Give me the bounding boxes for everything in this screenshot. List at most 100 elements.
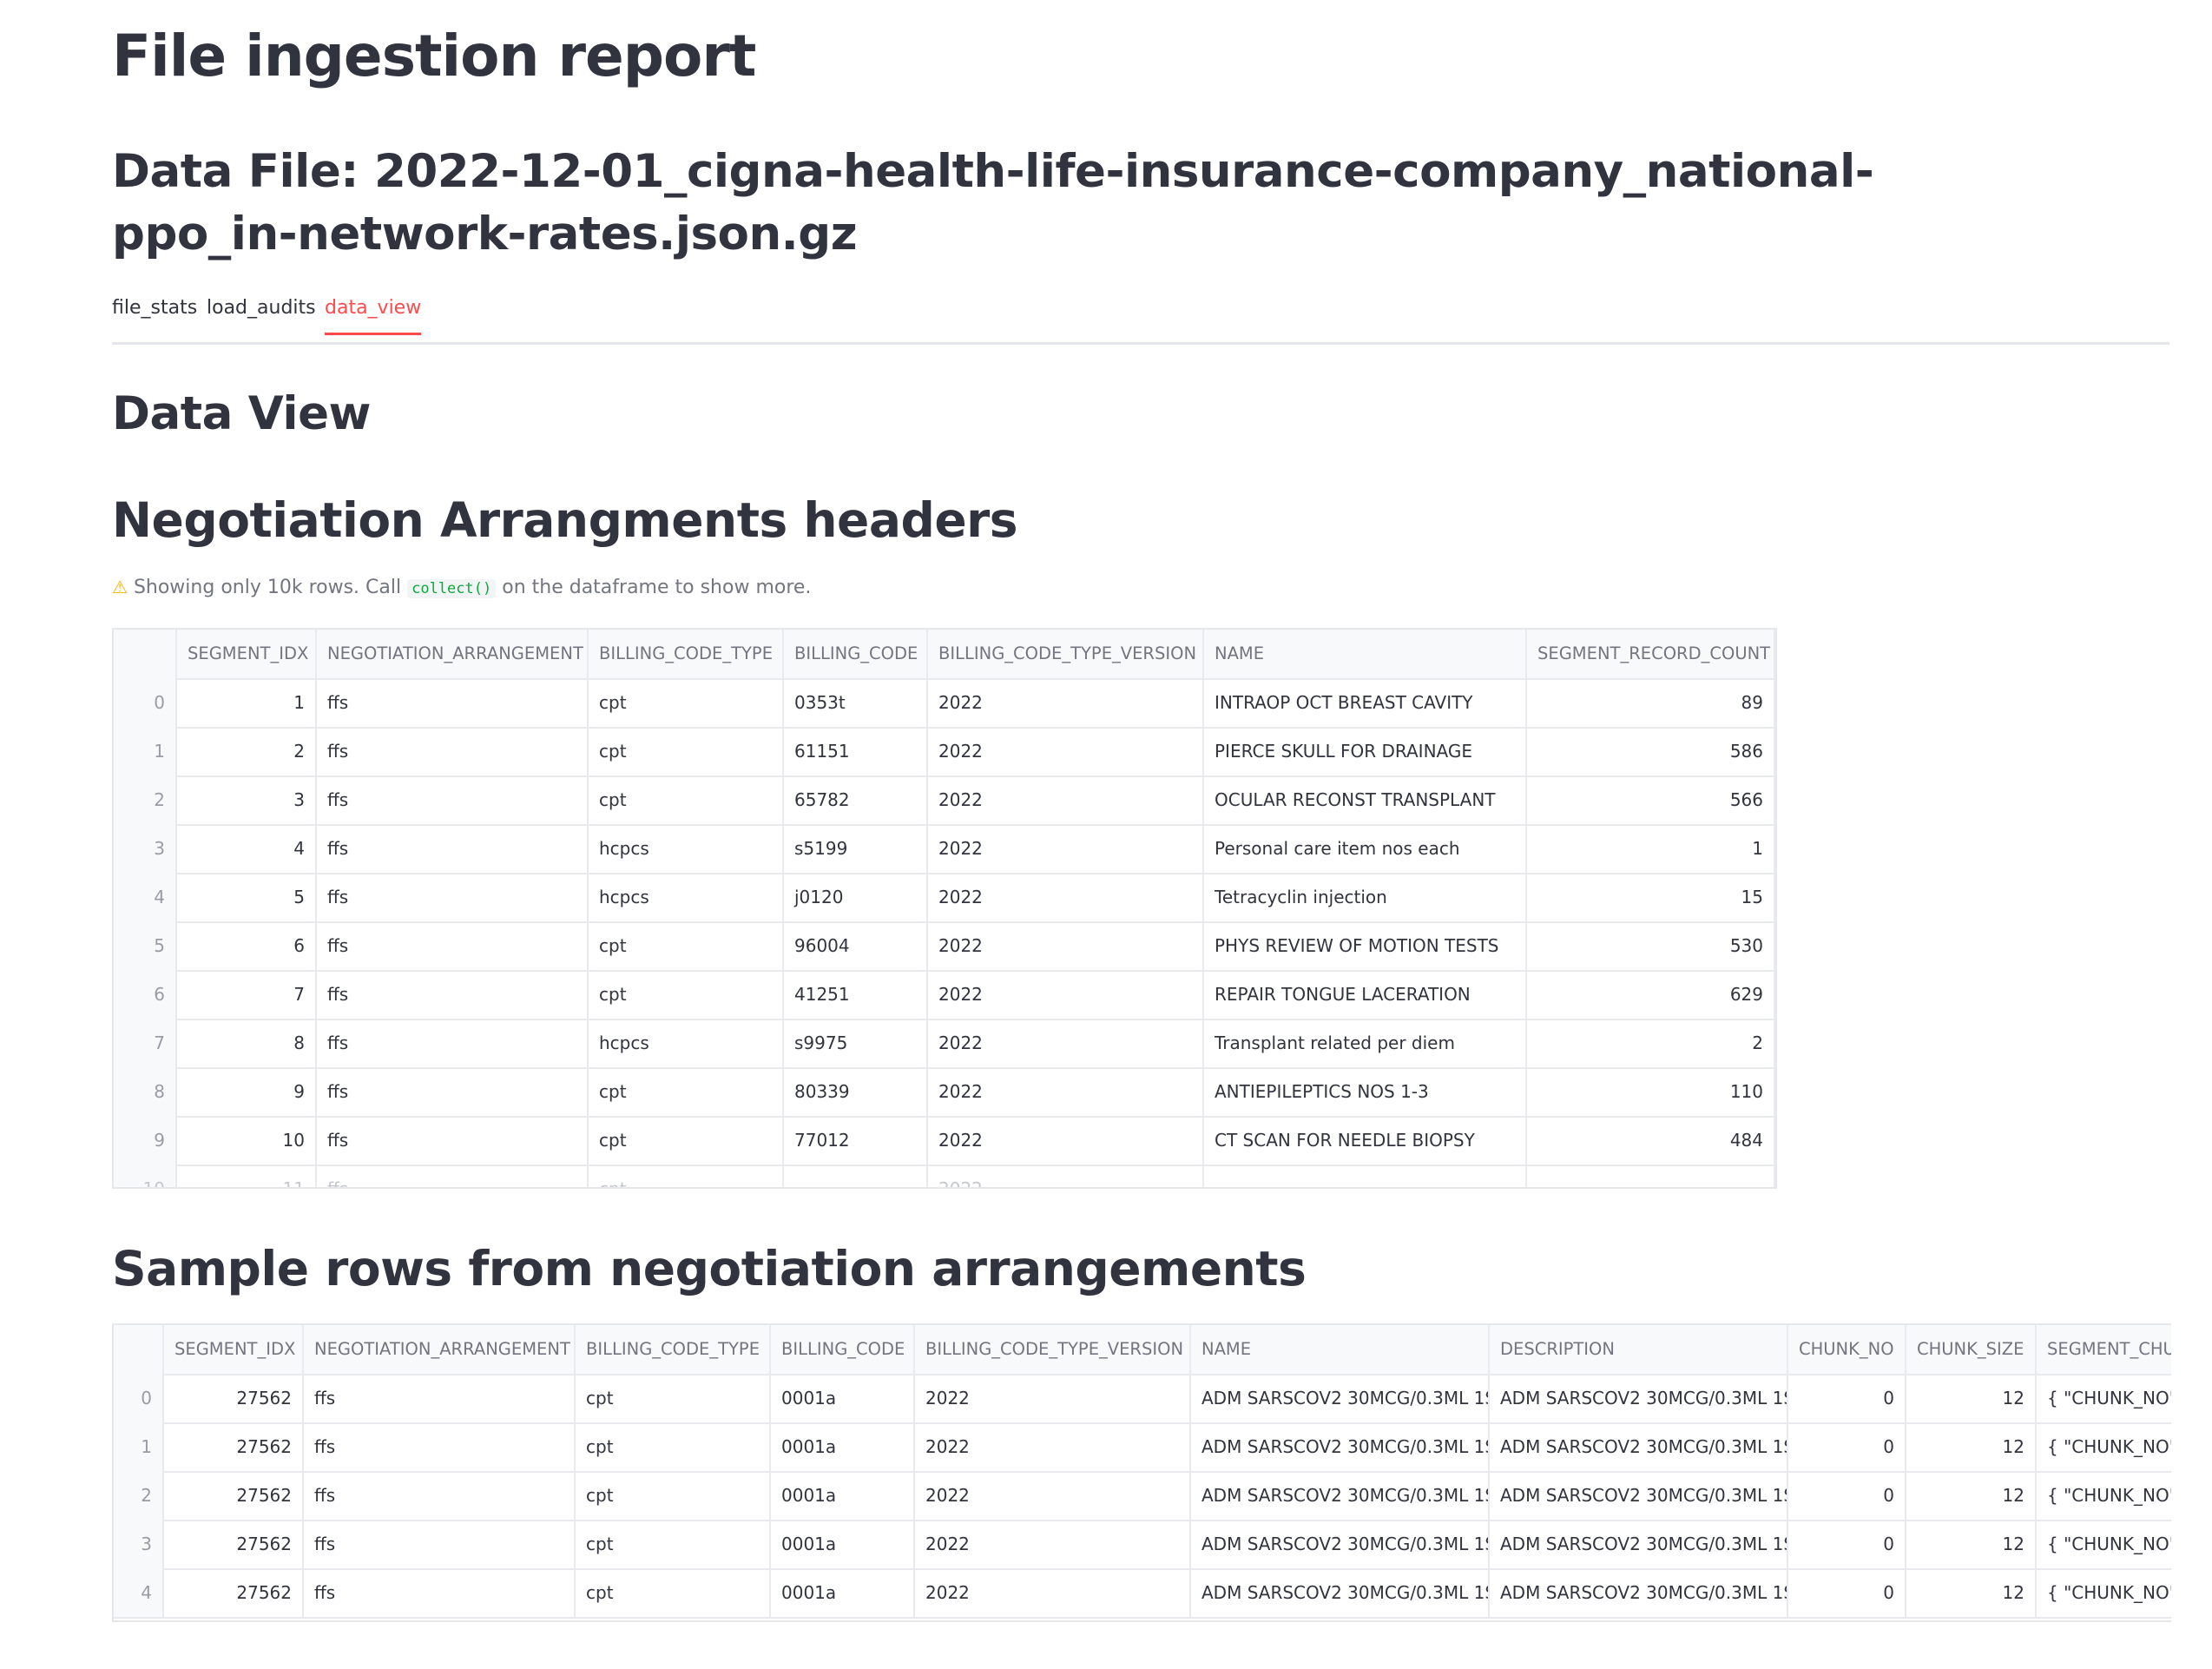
table-cell[interactable]: ffs xyxy=(304,1520,576,1568)
table-cell[interactable]: ffs xyxy=(317,1019,589,1067)
table-cell[interactable]: ffs xyxy=(317,921,589,970)
table-cell[interactable]: 0353t xyxy=(784,678,928,727)
table-row[interactable]: 10 11 ffs cpt 2022 xyxy=(114,1164,1775,1187)
sample-dataframe[interactable]: SEGMENT_IDX NEGOTIATION_ARRANGEMENT BILLIN… xyxy=(112,1323,2171,1622)
table-cell[interactable]: ADM SARSCOV2 30MCG/0.3ML 1ST xyxy=(1490,1374,1788,1422)
table-cell[interactable]: 2022 xyxy=(928,873,1204,921)
table-cell[interactable]: 61151 xyxy=(784,727,928,775)
column-header[interactable]: BILLING_CODE_TYPE xyxy=(589,630,784,678)
column-header[interactable] xyxy=(114,1325,164,1374)
table-cell[interactable]: ADM SARSCOV2 30MCG/0.3ML 1ST xyxy=(1191,1471,1490,1520)
headers-dataframe[interactable]: SEGMENT_IDX NEGOTIATION_ARRANGEMENT BILLIN… xyxy=(112,628,1777,1189)
table-cell[interactable]: j0120 xyxy=(784,873,928,921)
table-cell[interactable]: { "CHUNK_NO" xyxy=(2037,1422,2171,1471)
table-cell[interactable]: ffs xyxy=(304,1374,576,1422)
table-cell[interactable]: ffs xyxy=(304,1568,576,1617)
table-cell[interactable]: 12 xyxy=(1906,1471,2037,1520)
table-row[interactable]: 9 10 ffs cpt 77012 2022 CT SCAN FOR NEEDLE BIO… xyxy=(114,1116,1775,1166)
column-header[interactable]: SEGMENT_RECORD_COUNT xyxy=(1527,630,1775,678)
table-cell[interactable]: 6 xyxy=(177,921,317,970)
table-cell[interactable]: cpt xyxy=(576,1520,771,1568)
table-cell[interactable]: cpt xyxy=(589,921,784,970)
row-index-cell[interactable]: 0 xyxy=(114,1374,164,1422)
row-index-cell[interactable]: 8 xyxy=(114,1067,177,1116)
table-cell[interactable]: 586 xyxy=(1527,727,1775,775)
row-index-cell[interactable]: 10 xyxy=(114,1164,177,1187)
table-cell[interactable]: REPAIR TONGUE LACERATION xyxy=(1204,970,1527,1019)
table-cell[interactable]: ffs xyxy=(317,1164,589,1187)
table-cell[interactable]: 2022 xyxy=(928,775,1204,824)
column-header[interactable]: NAME xyxy=(1204,630,1527,678)
column-header[interactable]: DESCRIPTION xyxy=(1490,1325,1788,1374)
column-header[interactable]: SEGMENT_CHUNK_INFO xyxy=(2037,1325,2171,1374)
table-cell[interactable]: { "CHUNK_NO" xyxy=(2037,1520,2171,1568)
table-cell[interactable]: 0 xyxy=(1788,1520,1906,1568)
table-cell[interactable]: OCULAR RECONST TRANSPLANT xyxy=(1204,775,1527,824)
table-cell[interactable]: cpt xyxy=(576,1422,771,1471)
table-cell[interactable]: 0 xyxy=(1788,1374,1906,1422)
table-cell[interactable]: 530 xyxy=(1527,921,1775,970)
table-cell[interactable]: 12 xyxy=(1906,1520,2037,1568)
table-cell[interactable]: cpt xyxy=(576,1568,771,1617)
table-cell[interactable]: hcpcs xyxy=(589,824,784,873)
column-header[interactable]: SEGMENT_IDX xyxy=(177,630,317,678)
row-index-cell[interactable]: 9 xyxy=(114,1116,177,1164)
table-cell[interactable]: 41251 xyxy=(784,970,928,1019)
table-cell[interactable]: ADM SARSCOV2 30MCG/0.3ML 1ST xyxy=(1191,1568,1490,1617)
table-cell[interactable]: 80339 xyxy=(784,1067,928,1116)
column-header[interactable]: CHUNK_SIZE xyxy=(1906,1325,2037,1374)
table-cell[interactable]: 0 xyxy=(1788,1422,1906,1471)
table-cell[interactable]: Transplant related per diem xyxy=(1204,1019,1527,1067)
row-index-cell[interactable]: 7 xyxy=(114,1019,177,1067)
column-header[interactable]: BILLING_CODE_TYPE xyxy=(576,1325,771,1374)
table-cell[interactable]: 629 xyxy=(1527,970,1775,1019)
table-cell[interactable]: cpt xyxy=(589,1067,784,1116)
column-header[interactable]: NEGOTIATION_ARRANGEMENT xyxy=(317,630,589,678)
table-row[interactable]: 4 5 ffs hcpcs j0120 2022 Tetracyclin injection… xyxy=(114,873,1775,923)
table-cell[interactable]: ffs xyxy=(304,1422,576,1471)
table-cell[interactable]: cpt xyxy=(589,970,784,1019)
table-cell[interactable]: ffs xyxy=(317,873,589,921)
table-cell[interactable]: ffs xyxy=(317,970,589,1019)
table-cell[interactable]: { "CHUNK_NO" xyxy=(2037,1374,2171,1422)
table-cell[interactable]: s9975 xyxy=(784,1019,928,1067)
table-cell[interactable]: cpt xyxy=(589,727,784,775)
table-cell[interactable]: 2022 xyxy=(928,1116,1204,1164)
column-header[interactable]: BILLING_CODE xyxy=(771,1325,915,1374)
table-cell[interactable]: hcpcs xyxy=(589,873,784,921)
table-cell[interactable]: ffs xyxy=(317,775,589,824)
table-cell[interactable]: 5 xyxy=(177,873,317,921)
table-cell[interactable]: 27562 xyxy=(164,1471,304,1520)
table-cell[interactable]: 2022 xyxy=(928,824,1204,873)
table-row[interactable]: 3 4 ffs hcpcs s5199 2022 Personal care item no… xyxy=(114,824,1775,874)
table-row[interactable]: 6 7 ffs cpt 41251 2022 REPAIR TONGUE LACERATIO… xyxy=(114,970,1775,1020)
table-cell[interactable]: 7 xyxy=(177,970,317,1019)
table-cell[interactable]: cpt xyxy=(589,1116,784,1164)
table-row[interactable]: 5 6 ffs cpt 96004 2022 PHYS REVIEW OF MOTION T… xyxy=(114,921,1775,972)
table-cell[interactable]: 11 xyxy=(177,1164,317,1187)
table-cell[interactable]: { "CHUNK_NO" xyxy=(2037,1471,2171,1520)
table-cell[interactable] xyxy=(1204,1164,1527,1187)
table-cell[interactable]: 9 xyxy=(177,1067,317,1116)
row-index-cell[interactable]: 0 xyxy=(114,678,177,727)
table-cell[interactable]: 1 xyxy=(177,678,317,727)
table-cell[interactable]: 27562 xyxy=(164,1520,304,1568)
table-cell[interactable]: 2022 xyxy=(928,1019,1204,1067)
table-cell[interactable]: 77012 xyxy=(784,1116,928,1164)
table-cell[interactable]: cpt xyxy=(589,775,784,824)
table-cell[interactable]: 0 xyxy=(1788,1568,1906,1617)
table-cell[interactable]: 8 xyxy=(177,1019,317,1067)
table-cell[interactable]: 12 xyxy=(1906,1422,2037,1471)
table-cell[interactable]: hcpcs xyxy=(589,1019,784,1067)
table-cell[interactable]: 65782 xyxy=(784,775,928,824)
table-cell[interactable]: 2022 xyxy=(928,970,1204,1019)
tab-load-audits[interactable]: load_audits xyxy=(207,297,316,319)
row-index-cell[interactable]: 1 xyxy=(114,1422,164,1471)
table-cell[interactable]: 2 xyxy=(1527,1019,1775,1067)
table-cell[interactable]: 2022 xyxy=(928,1067,1204,1116)
table-cell[interactable]: cpt xyxy=(576,1374,771,1422)
table-cell[interactable]: ffs xyxy=(317,1067,589,1116)
row-index-cell[interactable]: 2 xyxy=(114,775,177,824)
table-cell[interactable]: 2022 xyxy=(928,921,1204,970)
table-cell[interactable]: ANTIEPILEPTICS NOS 1-3 xyxy=(1204,1067,1527,1116)
